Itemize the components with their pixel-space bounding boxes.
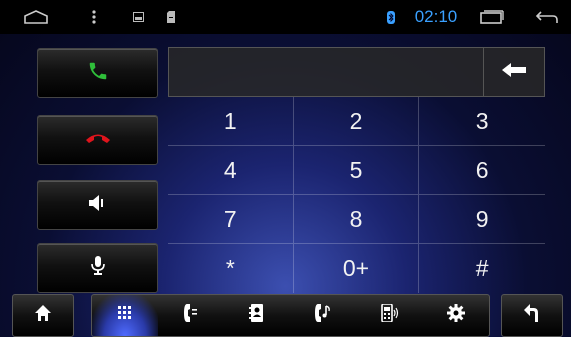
settings-icon — [446, 304, 465, 327]
tab-music[interactable] — [291, 295, 357, 336]
back-arrow-icon[interactable] — [533, 0, 561, 34]
back-button[interactable] — [501, 294, 563, 337]
key-2[interactable]: 2 — [293, 97, 420, 146]
backspace-arrow-icon — [502, 62, 526, 83]
hang-up-icon — [84, 131, 112, 150]
hang-up-button[interactable] — [37, 115, 158, 165]
number-display — [168, 47, 545, 97]
key-5[interactable]: 5 — [293, 146, 420, 195]
contacts-icon — [249, 304, 265, 327]
home-icon — [35, 305, 51, 326]
tab-dialpad[interactable] — [92, 295, 159, 336]
sd-card-icon — [163, 0, 179, 34]
call-log-icon — [184, 304, 198, 327]
device-icon — [380, 303, 399, 327]
answer-call-button[interactable] — [37, 48, 158, 98]
volume-button[interactable] — [37, 180, 158, 230]
dialpad-icon — [118, 306, 132, 325]
recent-apps-icon[interactable] — [478, 0, 506, 34]
key-hash[interactable]: # — [419, 244, 545, 293]
back-arrow-curved-icon — [524, 304, 540, 327]
bottom-bar — [0, 294, 571, 337]
microphone-button[interactable] — [37, 243, 158, 293]
backspace-button[interactable] — [483, 48, 544, 96]
tab-call-log[interactable] — [158, 295, 224, 336]
menu-dots-icon[interactable] — [86, 0, 102, 34]
bottom-tabs — [91, 294, 490, 337]
key-7[interactable]: 7 — [168, 195, 294, 244]
tab-settings[interactable] — [423, 295, 489, 336]
key-4[interactable]: 4 — [168, 146, 294, 195]
music-icon — [314, 304, 333, 327]
home-button[interactable] — [12, 294, 74, 337]
key-3[interactable]: 3 — [419, 97, 545, 146]
bluetooth-icon — [384, 0, 398, 34]
key-9[interactable]: 9 — [419, 195, 545, 244]
key-8[interactable]: 8 — [293, 195, 420, 244]
home-outline-icon[interactable] — [22, 0, 50, 34]
image-icon — [130, 0, 146, 34]
key-6[interactable]: 6 — [419, 146, 545, 195]
microphone-icon — [90, 255, 105, 281]
dial-keypad: 1 2 3 4 5 6 7 8 9 * 0+ # — [168, 97, 545, 293]
key-1[interactable]: 1 — [168, 97, 294, 146]
answer-call-icon — [87, 60, 109, 87]
status-clock: 02:10 — [414, 7, 458, 26]
volume-icon — [88, 194, 107, 216]
key-0-plus[interactable]: 0+ — [294, 244, 420, 293]
tab-contacts[interactable] — [224, 295, 290, 336]
status-bar: 02:10 — [0, 0, 571, 34]
key-star[interactable]: * — [168, 244, 294, 293]
tab-device[interactable] — [357, 295, 423, 336]
